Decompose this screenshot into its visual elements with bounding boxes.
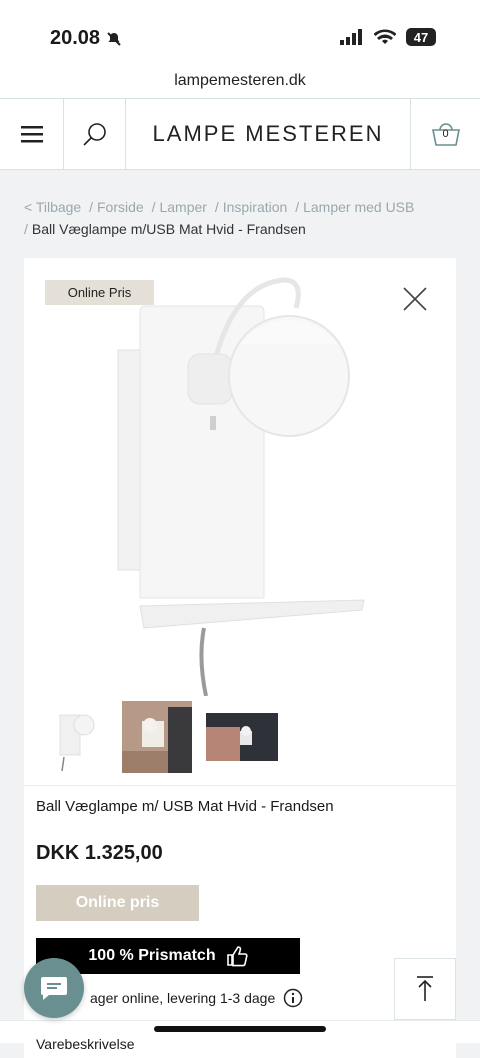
site-header: LAMPE MESTEREN 0 — [0, 98, 480, 170]
battery-icon: 47 — [406, 28, 436, 46]
cart-count: 0 — [442, 128, 449, 140]
menu-button[interactable] — [0, 99, 64, 169]
cart-button[interactable]: 0 — [410, 99, 480, 169]
product-card: Online Pris Ball Væglampe m/ USB Mat Hvi… — [24, 258, 456, 1058]
product-price: DKK 1.325,00 — [36, 842, 163, 864]
back-link[interactable]: < Tilbage — [24, 199, 81, 215]
hamburger-icon — [20, 126, 43, 143]
chat-bubble-icon — [41, 977, 67, 1000]
status-time: 20.08 — [50, 27, 122, 50]
breadcrumb-current: Ball Væglampe m/USB Mat Hvid - Frandsen — [31, 221, 306, 237]
home-indicator — [154, 1026, 326, 1032]
thumbnail-3[interactable] — [206, 713, 278, 761]
mute-bell-icon — [107, 31, 121, 46]
online-price-button[interactable]: Online pris — [36, 885, 199, 921]
thumbnail-strip — [38, 701, 278, 773]
close-icon[interactable] — [402, 286, 428, 312]
product-title: Ball Væglampe m/ USB Mat Hvid - Frandsen — [36, 798, 334, 815]
breadcrumb-inspiration[interactable]: Inspiration — [223, 199, 288, 215]
breadcrumb-lamper-med-usb[interactable]: Lamper med USB — [303, 199, 414, 215]
thumbnail-1[interactable] — [38, 701, 108, 773]
scroll-to-top-button[interactable] — [394, 958, 456, 1020]
site-logo[interactable]: LAMPE MESTEREN — [126, 99, 410, 169]
wifi-icon — [374, 29, 396, 44]
thumbnail-2[interactable] — [122, 701, 192, 773]
product-image[interactable] — [104, 266, 384, 696]
signal-icon — [340, 29, 362, 45]
url-bar[interactable]: lampemesteren.dk — [0, 72, 480, 98]
search-button[interactable] — [64, 99, 126, 169]
status-icons: 47 — [340, 28, 436, 46]
product-description-label[interactable]: Varebeskrivelse — [36, 1036, 135, 1052]
breadcrumb-forside[interactable]: Forside — [97, 199, 144, 215]
divider — [24, 785, 456, 786]
status-bar: 20.08 47 — [0, 0, 480, 72]
info-icon[interactable] — [283, 988, 303, 1008]
breadcrumb: < Tilbage / Forside / Lamper / Inspiration … — [24, 199, 415, 237]
thumbs-up-icon — [226, 946, 248, 967]
search-icon — [82, 123, 106, 146]
breadcrumb-lamper[interactable]: Lamper — [159, 199, 206, 215]
arrow-up-icon — [417, 976, 433, 1001]
chat-button[interactable] — [24, 958, 84, 1018]
